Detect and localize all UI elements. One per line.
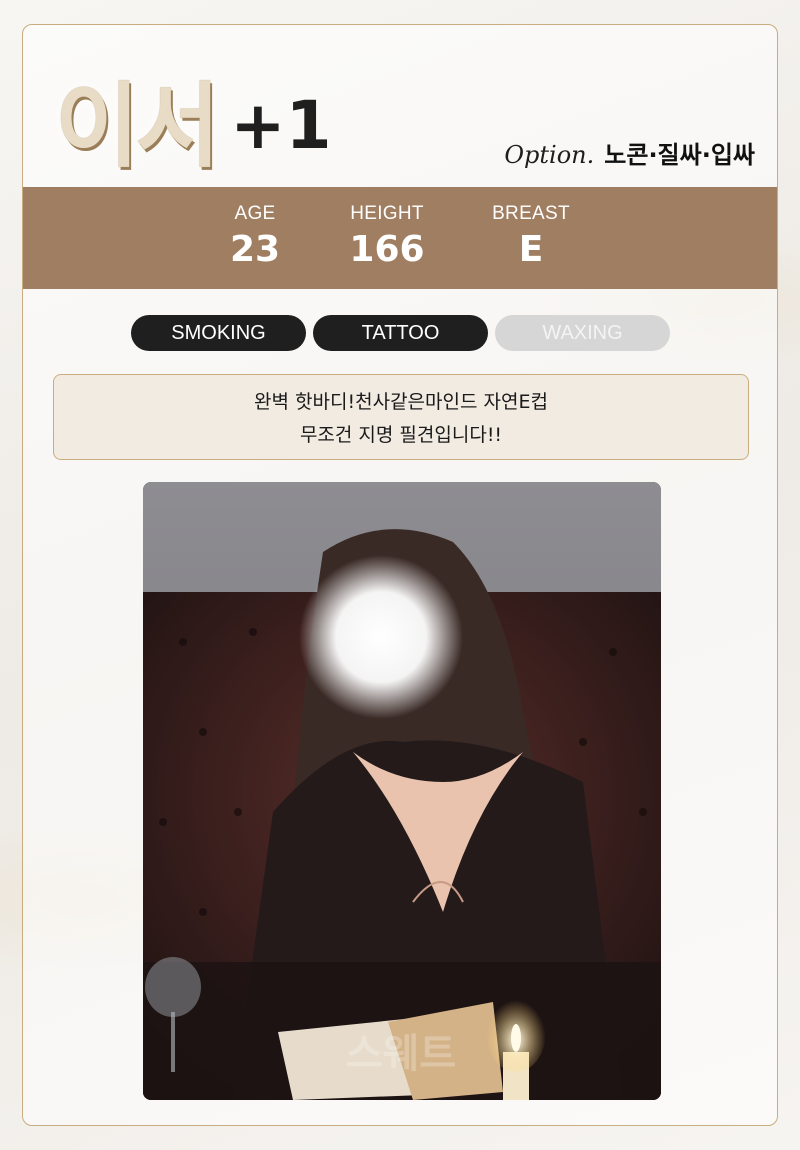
profile-card: 이서 +1 Option. 노콘·질싸·입싸 AGE 23 HEIGHT 166… <box>22 24 778 1126</box>
stats-bar: AGE 23 HEIGHT 166 BREAST E <box>23 187 777 289</box>
description-line-1: 완벽 핫바디!천사같은마인드 자연E컵 <box>254 391 548 413</box>
tag-smoking: SMOKING <box>131 315 306 351</box>
stat-value: E <box>518 229 544 270</box>
stat-label: BREAST <box>492 203 570 224</box>
profile-name: 이서 <box>55 73 220 180</box>
description-box: 완벽 핫바디!천사같은마인드 자연E컵 무조건 지명 필견입니다!! <box>53 374 749 460</box>
photo-watermark: 스웨트 <box>346 1031 456 1077</box>
option-label: Option. <box>504 141 595 169</box>
stat-value: 166 <box>349 229 425 270</box>
stat-breast: BREAST E <box>461 187 601 270</box>
option-value: 노콘·질싸·입싸 <box>604 141 755 169</box>
profile-photo: 스웨트 <box>143 482 661 1100</box>
stat-label: HEIGHT <box>350 203 424 224</box>
profile-badge: +1 <box>230 87 332 164</box>
photo-illustration: 스웨트 <box>143 482 661 1100</box>
option-row: Option. 노콘·질싸·입싸 <box>504 135 755 170</box>
tag-tattoo: TATTOO <box>313 315 488 351</box>
stat-label: AGE <box>234 203 276 224</box>
stat-height: HEIGHT 166 <box>317 187 457 270</box>
profile-header: 이서 +1 <box>55 43 332 173</box>
stat-age: AGE 23 <box>185 187 325 270</box>
stat-value: 23 <box>229 229 281 270</box>
description-line-2: 무조건 지명 필견입니다!! <box>299 424 503 446</box>
tag-waxing: WAXING <box>495 315 670 351</box>
tag-list: SMOKING TATTOO WAXING <box>131 315 670 351</box>
